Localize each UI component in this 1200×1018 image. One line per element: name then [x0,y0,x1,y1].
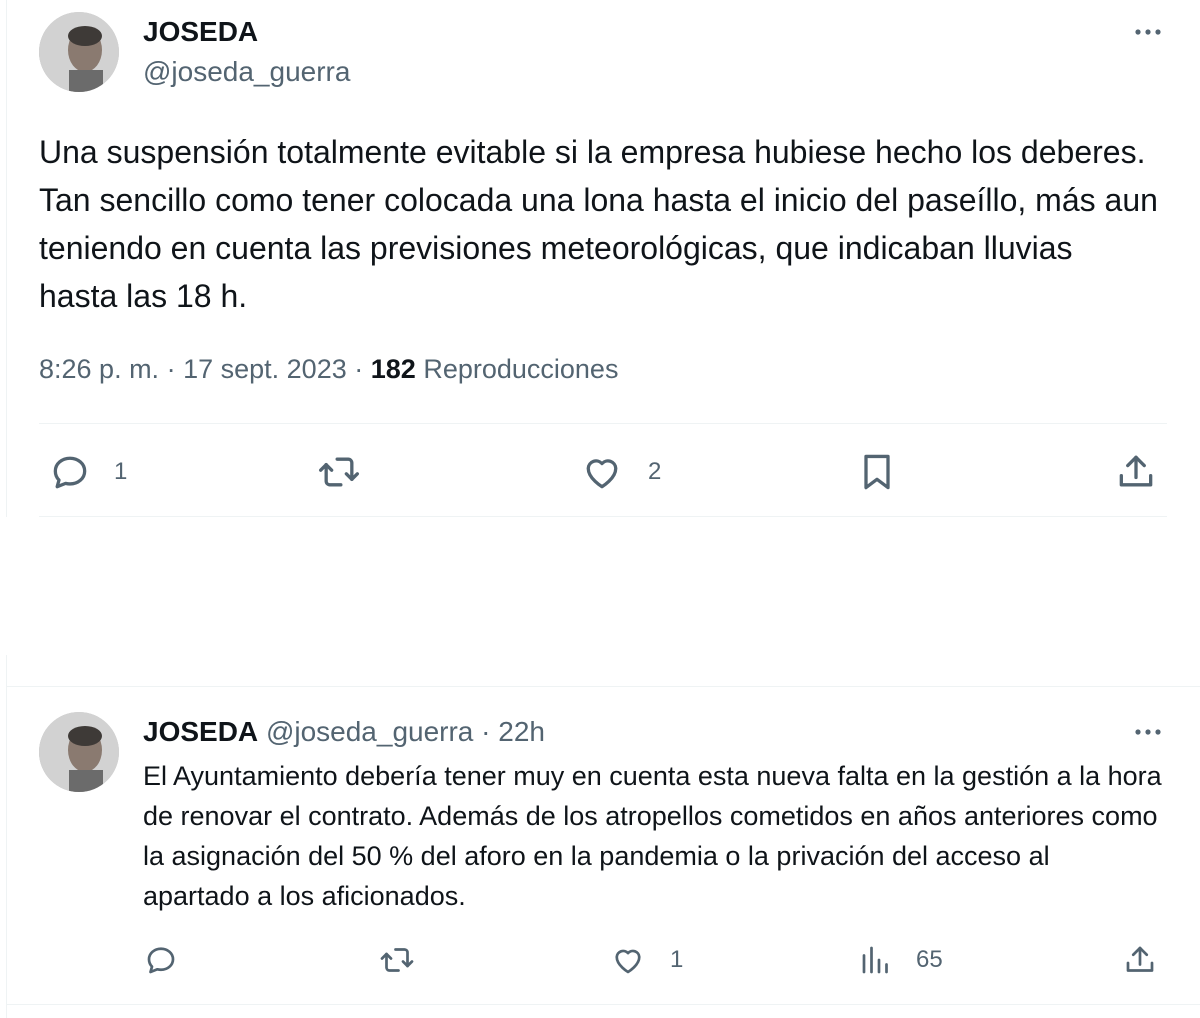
more-icon[interactable] [1132,14,1164,53]
like-count: 1 [670,946,684,973]
author-name[interactable]: JOSEDA [143,16,258,48]
divider [6,686,1200,687]
avatar[interactable] [39,12,119,92]
like-icon [586,459,618,489]
like-icon [615,949,641,974]
views-label: Reproducciones [423,354,619,384]
reply-icon [53,456,87,489]
views-button[interactable]: 65 [858,942,943,978]
tweet-meta: 8:26 p. m. · 17 sept. 2023 · 182 Reprodu… [39,354,618,385]
like-button[interactable]: 1 [610,942,683,978]
tweet-time[interactable]: 8:26 p. m. [39,354,159,384]
share-icon [1119,455,1153,487]
tweet-text: El Ayuntamiento debería tener muy en cue… [143,761,1162,911]
card-border [6,0,7,517]
meta-separator: · [481,716,499,747]
views-count: 65 [916,946,943,973]
meta-separator: · [354,354,371,384]
retweet-icon [319,457,359,487]
like-button[interactable]: 2 [580,450,661,494]
tweet-date[interactable]: 17 sept. 2023 [183,354,347,384]
retweet-icon [380,948,414,972]
tweet-time[interactable]: 22h [498,716,545,747]
avatar[interactable] [39,712,119,792]
divider [39,423,1167,424]
author-handle[interactable]: @joseda_guerra [143,56,350,88]
like-count: 2 [648,458,662,485]
divider [39,516,1167,517]
views-count: 182 [370,354,416,384]
reply-count: 1 [114,458,128,485]
more-icon[interactable] [1132,714,1164,753]
retweet-button[interactable] [378,942,416,978]
author-name[interactable]: JOSEDA [143,716,258,747]
share-button[interactable] [1122,942,1158,978]
author-handle[interactable]: @joseda_guerra [266,716,473,747]
share-icon [1126,946,1154,972]
meta-separator: · [166,354,184,384]
bookmark-button[interactable] [855,450,899,494]
views-icon [862,946,888,974]
divider [6,1004,1200,1005]
reply-button[interactable]: 1 [48,450,127,494]
tweet-header: JOSEDA @joseda_guerra · 22h [143,716,545,748]
share-button[interactable] [1114,450,1158,494]
card-border [6,655,7,1018]
reply-icon [147,947,175,974]
tweet-text: Una suspensión totalmente evitable si la… [39,134,1158,314]
retweet-button[interactable] [316,450,362,494]
reply-button[interactable] [143,942,179,978]
bookmark-icon [864,454,890,490]
